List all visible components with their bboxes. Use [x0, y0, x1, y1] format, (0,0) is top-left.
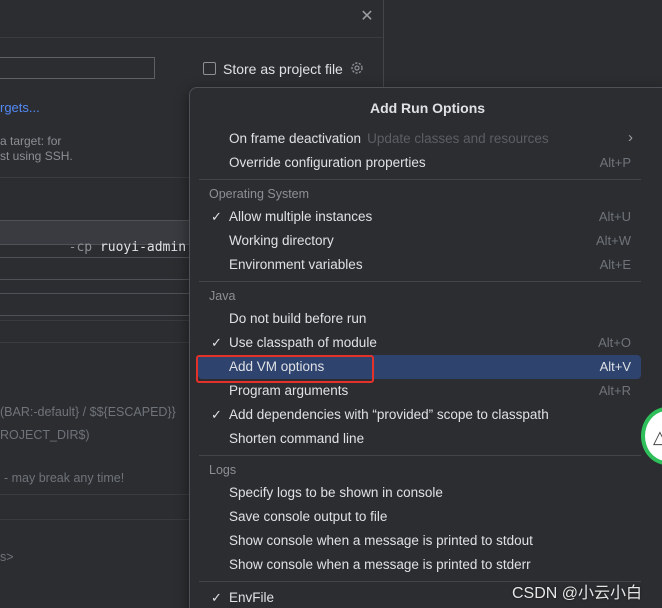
- store-as-project-file-label[interactable]: Store as project file: [223, 61, 343, 77]
- menu-item-label: Do not build before run: [229, 311, 367, 326]
- section-java: Java: [209, 289, 236, 303]
- menu-item-shortcut: Alt+W: [595, 233, 631, 248]
- target-hint-line-1: a target: for: [0, 134, 62, 148]
- experimental-warning: - may break any time!: [4, 471, 125, 485]
- menu-item-label: EnvFile: [229, 590, 275, 605]
- menu-item-override-configuration[interactable]: Override configuration properties Alt+P: [190, 151, 643, 175]
- bottom-hint: s>: [0, 550, 14, 564]
- divider: [0, 519, 190, 520]
- divider: [0, 37, 383, 38]
- close-icon[interactable]: ✕: [358, 8, 376, 26]
- menu-item-label: Override configuration properties: [229, 155, 426, 170]
- menu-item-shortcut: Alt+V: [599, 359, 631, 374]
- checkmark-icon: ✓: [211, 407, 222, 422]
- separator: [199, 455, 641, 456]
- menu-item-add-provided-dependencies[interactable]: ✓ Add dependencies with “provided” scope…: [190, 403, 643, 427]
- menu-item-label: Environment variables: [229, 257, 363, 272]
- menu-item-shortcut: Alt+U: [598, 209, 631, 224]
- add-run-options-popup: Add Run Options On frame deactivation Upd…: [189, 87, 662, 608]
- chevron-right-icon: ›: [628, 129, 633, 146]
- menu-item-shorten-command-line[interactable]: Shorten command line: [190, 427, 643, 451]
- menu-item-label: Specify logs to be shown in console: [229, 485, 443, 500]
- separator: [199, 281, 641, 282]
- menu-item-shortcut: Alt+E: [599, 257, 631, 272]
- divider: [0, 494, 190, 495]
- gear-icon[interactable]: [349, 60, 365, 76]
- menu-item-on-frame-deactivation[interactable]: On frame deactivation Update classes and …: [190, 127, 643, 151]
- menu-item-shortcut: Alt+O: [598, 335, 631, 350]
- menu-item-label: Shorten command line: [229, 431, 365, 446]
- env-macro-hint-2: ROJECT_DIR$): [0, 428, 90, 442]
- checkmark-icon: ✓: [211, 209, 222, 224]
- checkmark-icon: ✓: [211, 590, 222, 605]
- popup-title: Add Run Options: [369, 100, 486, 116]
- menu-item-label: Allow multiple instances: [229, 209, 373, 224]
- separator: [199, 179, 641, 180]
- cp-flag: -cp: [68, 240, 100, 255]
- menu-item-do-not-build[interactable]: Do not build before run: [190, 307, 643, 331]
- menu-item-use-classpath-of-module[interactable]: ✓ Use classpath of module Alt+O: [190, 331, 643, 355]
- menu-item-environment-variables[interactable]: Environment variables Alt+E: [190, 253, 643, 277]
- text-field[interactable]: [0, 257, 190, 280]
- menu-item-label: Save console output to file: [229, 509, 388, 524]
- menu-item-working-directory[interactable]: Working directory Alt+W: [190, 229, 643, 253]
- screen: ✕ Store as project file rgets... a targe…: [0, 0, 662, 608]
- menu-item-allow-multiple-instances[interactable]: ✓ Allow multiple instances Alt+U: [190, 205, 643, 229]
- menu-item-shortcut: Alt+P: [599, 155, 631, 170]
- checkmark-icon: ✓: [211, 335, 222, 350]
- menu-item-show-console-stdout[interactable]: Show console when a message is printed t…: [190, 529, 643, 553]
- text-field[interactable]: [0, 293, 190, 316]
- menu-item-label: Add dependencies with “provided” scope t…: [229, 407, 549, 422]
- annotation-highlight-box: [196, 355, 374, 383]
- name-input[interactable]: [0, 57, 155, 79]
- divider: [0, 342, 190, 343]
- menu-item-label: Show console when a message is printed t…: [229, 557, 531, 572]
- divider: [0, 320, 190, 321]
- section-operating-system: Operating System: [209, 187, 310, 201]
- menu-item-specify-logs[interactable]: Specify logs to be shown in console: [190, 481, 643, 505]
- cp-module-value: ruoyi-admin: [99, 240, 187, 255]
- watermark: CSDN @小云小白: [512, 585, 643, 602]
- store-as-project-file-checkbox[interactable]: [203, 62, 216, 75]
- menu-item-label: Program arguments: [229, 383, 349, 398]
- env-macro-hint-1: (BAR:-default} / $${ESCAPED}}: [0, 405, 176, 419]
- menu-item-label: Show console when a message is printed t…: [229, 533, 533, 548]
- menu-item-label: On frame deactivation: [229, 131, 362, 146]
- manage-targets-link[interactable]: rgets...: [0, 100, 40, 115]
- classpath-field[interactable]: -cp ruoyi-admin: [0, 220, 190, 255]
- section-logs: Logs: [209, 463, 237, 477]
- menu-item-label: Working directory: [229, 233, 334, 248]
- menu-item-hint: Update classes and resources: [367, 131, 549, 146]
- menu-item-save-console-output[interactable]: Save console output to file: [190, 505, 643, 529]
- divider: [0, 177, 190, 178]
- menu-item-shortcut: Alt+R: [598, 383, 631, 398]
- menu-item-label: Use classpath of module: [229, 335, 377, 350]
- target-hint-line-2: st using SSH.: [0, 149, 73, 163]
- menu-item-show-console-stderr[interactable]: Show console when a message is printed t…: [190, 553, 643, 577]
